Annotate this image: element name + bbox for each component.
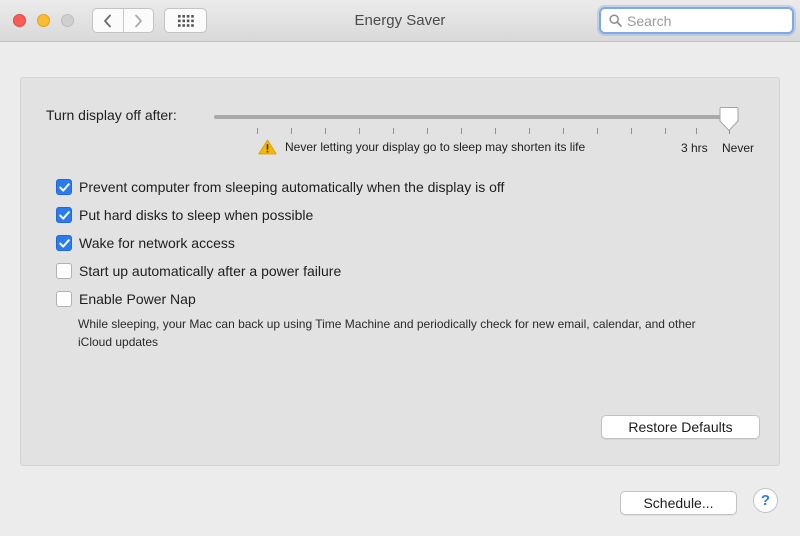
search-icon [609,14,622,27]
zoom-window-button[interactable] [61,14,74,27]
checkmark-icon [58,210,70,220]
tick-label-3-hrs: 3 hrs [681,141,708,155]
tick-label-never: Never [722,141,755,155]
display-sleep-warning: Never letting your display go to sleep m… [258,139,585,155]
option-disk-sleep[interactable]: Put hard disks to sleep when possible [56,207,313,223]
slider-tick [495,128,496,134]
settings-panel: Turn display off after: Never letting yo… [20,77,780,466]
schedule-button[interactable]: Schedule... [620,491,737,515]
power-nap-checkbox[interactable] [56,291,72,307]
help-icon: ? [760,492,771,509]
display-sleep-label: Turn display off after: [46,107,177,123]
slider-tick [291,128,292,134]
warning-text: Never letting your display go to sleep m… [285,140,586,154]
option-label: Put hard disks to sleep when possible [79,207,314,223]
option-power-nap[interactable]: Enable Power Nap [56,291,196,307]
slider-tick [257,128,258,134]
prevent-sleep-checkbox[interactable] [56,179,72,195]
display-sleep-slider-track[interactable] [214,115,730,119]
option-label: Wake for network access [79,235,235,251]
slider-tick [427,128,428,134]
search-field[interactable] [599,7,794,34]
slider-tick [461,128,462,134]
close-window-button[interactable] [13,14,26,27]
slider-tick [359,128,360,134]
disk-sleep-checkbox[interactable] [56,207,72,223]
slider-tick [665,128,666,134]
option-label: Start up automatically after a power fai… [79,263,342,279]
minimize-window-button[interactable] [37,14,50,27]
option-wake-network[interactable]: Wake for network access [56,235,235,251]
window-title: Energy Saver [354,12,446,29]
back-button[interactable] [93,9,123,32]
restore-defaults-button[interactable]: Restore Defaults [601,415,760,439]
chevron-right-icon [135,14,143,27]
option-auto-startup[interactable]: Start up automatically after a power fai… [56,263,341,279]
checkmark-icon [58,182,70,192]
slider-tick [563,128,564,134]
forward-button[interactable] [122,9,154,32]
chevron-left-icon [103,14,111,27]
title-bar: Energy Saver [0,0,800,42]
navigation-buttons [92,8,154,33]
slider-tick [393,128,394,134]
slider-tick [597,128,598,134]
help-button[interactable]: ? [753,488,778,513]
grid-icon [177,14,194,27]
auto-startup-checkbox[interactable] [56,263,72,279]
checkmark-icon [58,238,70,248]
slider-tick [631,128,632,134]
show-all-button[interactable] [164,8,207,33]
display-sleep-slider-thumb[interactable] [719,106,739,132]
slider-tick [529,128,530,134]
slider-tick [325,128,326,134]
warning-icon [258,139,277,155]
power-nap-description: While sleeping, your Mac can back up usi… [78,317,696,349]
option-label: Prevent computer from sleeping automatic… [79,179,505,195]
option-prevent-sleep[interactable]: Prevent computer from sleeping automatic… [56,179,504,195]
option-label: Enable Power Nap [79,291,196,307]
search-input[interactable] [627,12,777,29]
wake-network-checkbox[interactable] [56,235,72,251]
slider-tick [696,128,697,134]
